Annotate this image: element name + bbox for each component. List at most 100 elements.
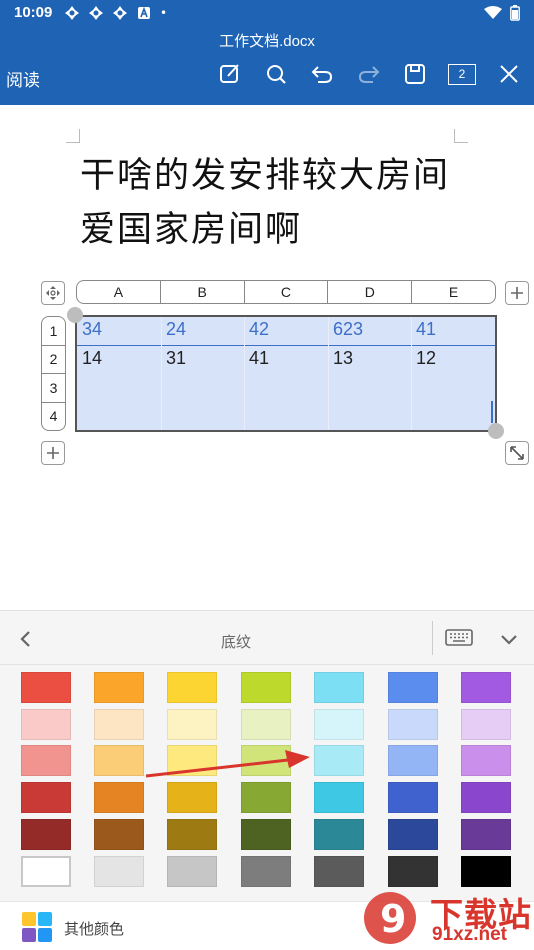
color-swatch[interactable]	[94, 782, 144, 813]
watermark-domain: 91xz.net	[432, 924, 507, 945]
add-row-button[interactable]	[41, 441, 65, 465]
document-heading[interactable]: 干啥的发安排较大房间爱国家房间啊	[80, 149, 480, 257]
selection-start-handle[interactable]	[67, 307, 83, 323]
color-swatch[interactable]	[167, 672, 217, 703]
color-palette-icon	[22, 912, 52, 942]
column-header-b[interactable]: B	[161, 281, 245, 303]
selected-table[interactable]: 34 24 42 623 41 14 31 41 13 12	[75, 315, 497, 432]
selection-end-handle[interactable]	[488, 423, 504, 439]
keyboard-button[interactable]	[444, 627, 474, 649]
panel-title: 底纹	[220, 633, 251, 651]
color-swatch[interactable]	[241, 782, 291, 813]
color-swatch[interactable]	[388, 672, 438, 703]
pinwheel-icon	[65, 6, 79, 20]
column-header-e[interactable]: E	[412, 281, 495, 303]
table-cell[interactable]: 41	[416, 319, 436, 340]
column-divider	[328, 317, 329, 430]
column-header-d[interactable]: D	[328, 281, 413, 303]
table-cell[interactable]: 24	[166, 319, 186, 340]
color-swatch[interactable]	[461, 819, 511, 850]
color-swatch[interactable]	[461, 782, 511, 813]
redo-icon[interactable]	[355, 60, 383, 88]
color-swatch[interactable]	[167, 782, 217, 813]
table-cell[interactable]: 623	[333, 319, 363, 340]
page-margin-corner	[66, 129, 80, 143]
color-swatch[interactable]	[241, 745, 291, 776]
color-swatch[interactable]	[21, 672, 71, 703]
page-count-button[interactable]: 2	[448, 60, 476, 88]
color-swatch[interactable]	[314, 856, 364, 887]
row-header-1[interactable]: 1	[42, 317, 65, 346]
collapse-panel-button[interactable]	[497, 627, 521, 651]
search-icon[interactable]	[262, 60, 290, 88]
color-swatch[interactable]	[21, 782, 71, 813]
table-cell[interactable]: 34	[82, 319, 102, 340]
column-header-a[interactable]: A	[77, 281, 161, 303]
color-swatch[interactable]	[94, 709, 144, 740]
color-swatch[interactable]	[21, 745, 71, 776]
color-swatch[interactable]	[167, 819, 217, 850]
color-swatch[interactable]	[388, 856, 438, 887]
color-swatch[interactable]	[461, 745, 511, 776]
table-cell[interactable]: 14	[82, 348, 102, 369]
column-header-c[interactable]: C	[245, 281, 329, 303]
color-swatch[interactable]	[94, 819, 144, 850]
row-header-4[interactable]: 4	[42, 403, 65, 431]
table-cell[interactable]: 42	[249, 319, 269, 340]
color-swatch[interactable]	[461, 709, 511, 740]
edit-icon[interactable]	[216, 60, 244, 88]
color-swatch[interactable]	[241, 856, 291, 887]
document-title: 工作文档.docx	[219, 33, 315, 50]
color-swatch[interactable]	[21, 856, 71, 887]
color-swatch[interactable]	[314, 819, 364, 850]
table-resize-button[interactable]	[505, 441, 529, 465]
status-system-icons	[484, 5, 520, 21]
color-swatch[interactable]	[94, 856, 144, 887]
color-swatch[interactable]	[388, 782, 438, 813]
document-canvas[interactable]: 干啥的发安排较大房间爱国家房间啊 ABCDE 1234 34 24 42 623 41 1…	[0, 105, 534, 610]
color-swatch[interactable]	[314, 672, 364, 703]
row-header-3[interactable]: 3	[42, 374, 65, 403]
svg-text:9: 9	[380, 897, 406, 941]
table-cell[interactable]: 31	[166, 348, 186, 369]
color-swatch[interactable]	[94, 672, 144, 703]
undo-icon[interactable]	[308, 60, 336, 88]
color-swatch[interactable]	[167, 856, 217, 887]
status-time: 10:09	[14, 4, 53, 21]
color-swatch[interactable]	[314, 745, 364, 776]
row-header-bar: 1234	[41, 316, 66, 431]
row-header-2[interactable]: 2	[42, 346, 65, 374]
plus-icon	[47, 447, 59, 459]
close-icon[interactable]	[495, 60, 523, 88]
color-swatch[interactable]	[241, 709, 291, 740]
color-swatch[interactable]	[21, 709, 71, 740]
table-cell[interactable]: 12	[416, 348, 436, 369]
color-swatch[interactable]	[241, 819, 291, 850]
table-cell[interactable]: 41	[249, 348, 269, 369]
table-cell[interactable]: 13	[333, 348, 353, 369]
chevron-down-icon	[501, 635, 517, 645]
color-swatch[interactable]	[314, 782, 364, 813]
move-arrows-icon	[46, 286, 60, 300]
read-mode-button[interactable]: 阅读	[6, 66, 40, 91]
color-swatch[interactable]	[388, 745, 438, 776]
color-swatch[interactable]	[314, 709, 364, 740]
color-swatch[interactable]	[241, 672, 291, 703]
wifi-icon	[484, 6, 502, 19]
plus-icon	[511, 287, 523, 299]
column-header-bar: ABCDE	[76, 280, 496, 304]
add-column-button[interactable]	[505, 281, 529, 305]
table-move-handle[interactable]	[41, 281, 65, 305]
color-swatch[interactable]	[21, 819, 71, 850]
color-swatch[interactable]	[167, 745, 217, 776]
save-icon[interactable]	[401, 60, 429, 88]
color-swatch[interactable]	[94, 745, 144, 776]
color-swatch[interactable]	[461, 856, 511, 887]
color-swatch[interactable]	[388, 819, 438, 850]
color-swatch[interactable]	[167, 709, 217, 740]
color-swatch[interactable]	[388, 709, 438, 740]
panel-header: 底纹	[0, 611, 534, 665]
color-swatch[interactable]	[461, 672, 511, 703]
page-margin-corner	[454, 129, 468, 143]
column-divider	[244, 317, 245, 430]
